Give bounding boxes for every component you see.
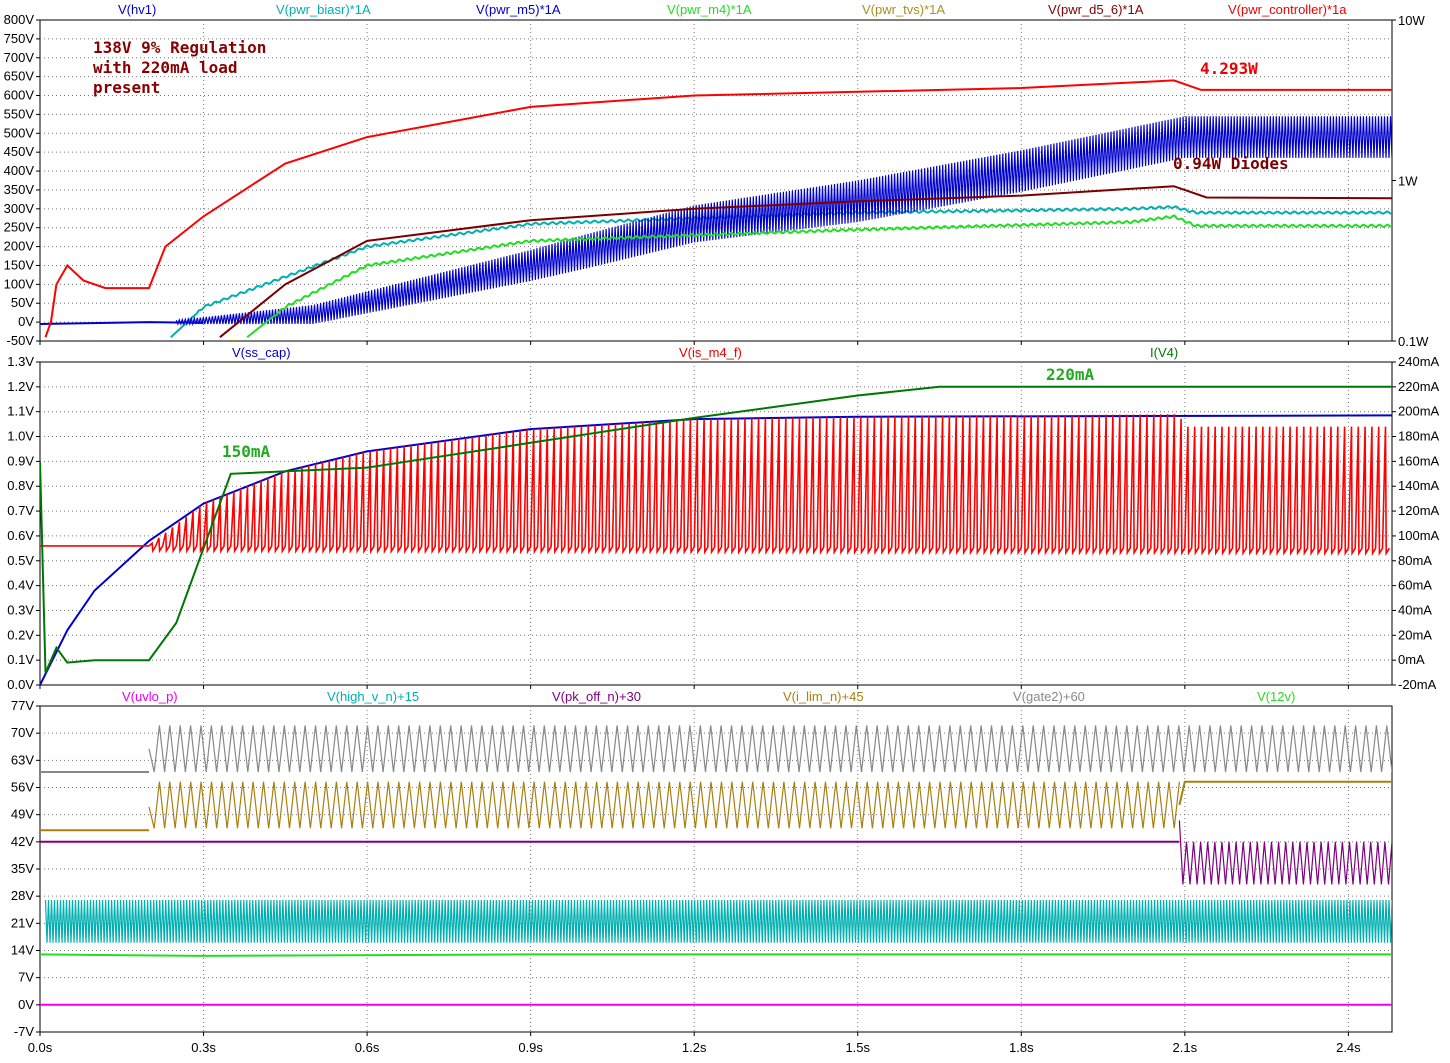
y-tick-label: 700V bbox=[4, 50, 35, 65]
x-tick-label: 1.8s bbox=[1009, 1040, 1034, 1055]
y-tick-label: 0V bbox=[18, 314, 34, 329]
y-tick-label: 650V bbox=[4, 69, 35, 84]
x-tick-label: 0.3s bbox=[191, 1040, 216, 1055]
x-tick-label: 1.5s bbox=[845, 1040, 870, 1055]
y-tick-label: 0.3V bbox=[7, 602, 34, 617]
y2-tick-label: 40mA bbox=[1398, 602, 1432, 617]
y-tick-label: 550V bbox=[4, 106, 35, 121]
y2-tick-label: 200mA bbox=[1398, 404, 1440, 419]
legend-v-i-lim-n[interactable]: V(i_lim_n)+45 bbox=[783, 689, 864, 704]
legend-i-v4[interactable]: I(V4) bbox=[1150, 345, 1178, 360]
y-tick-label: 7V bbox=[18, 970, 34, 985]
y-tick-label: 77V bbox=[11, 698, 34, 713]
y-tick-label: 21V bbox=[11, 915, 34, 930]
y-tick-label: 70V bbox=[11, 725, 34, 740]
y-tick-label: 750V bbox=[4, 31, 35, 46]
y-tick-label: 250V bbox=[4, 220, 35, 235]
y-tick-label: 450V bbox=[4, 144, 35, 159]
annotation-present: present bbox=[93, 78, 160, 97]
annotation-controller-power: 4.293W bbox=[1200, 59, 1258, 78]
y-tick-label: -50V bbox=[7, 333, 35, 348]
plot-window: -50V 0V 50V 100V 150V 200V 250V 300V 350V 400V 450… bbox=[0, 0, 1450, 1058]
y-tick-label: 0.5V bbox=[7, 553, 34, 568]
legend-v-pwr-d5-6[interactable]: V(pwr_d5_6)*1A bbox=[1048, 2, 1144, 17]
y-tick-label: 600V bbox=[4, 88, 35, 103]
y-tick-label: 42V bbox=[11, 834, 34, 849]
y2-tick-label: 10W bbox=[1398, 13, 1425, 28]
y-tick-label: 28V bbox=[11, 888, 34, 903]
y-tick-label: 0.2V bbox=[7, 627, 34, 642]
y-tick-label: 1.0V bbox=[7, 429, 34, 444]
y2-tick-label: 240mA bbox=[1398, 354, 1440, 369]
y2-tick-label: 20mA bbox=[1398, 627, 1432, 642]
y-tick-label: 0.8V bbox=[7, 478, 34, 493]
y-tick-label: 0.4V bbox=[7, 578, 34, 593]
y2-tick-label: 100mA bbox=[1398, 528, 1440, 543]
annotation-150ma: 150mA bbox=[222, 442, 271, 461]
y-tick-label: 1.2V bbox=[7, 379, 34, 394]
y-tick-label: 0.1V bbox=[7, 652, 34, 667]
y-tick-label: 200V bbox=[4, 239, 35, 254]
legend-v-ss-cap[interactable]: V(ss_cap) bbox=[232, 345, 291, 360]
y-tick-label: 400V bbox=[4, 163, 35, 178]
y-tick-label: 0.7V bbox=[7, 503, 34, 518]
legend-v-uvlo-p[interactable]: V(uvlo_p) bbox=[122, 689, 178, 704]
legend-v-pk-off-n[interactable]: V(pk_off_n)+30 bbox=[552, 689, 641, 704]
y2-tick-label: 0.1W bbox=[1398, 334, 1429, 349]
legend-v-high-v-n[interactable]: V(high_v_n)+15 bbox=[327, 689, 419, 704]
y-tick-label: 63V bbox=[11, 752, 34, 767]
y-tick-label: 0.0V bbox=[7, 677, 34, 692]
y2-tick-label: 140mA bbox=[1398, 478, 1440, 493]
legend-v-pwr-controller[interactable]: V(pwr_controller)*1a bbox=[1228, 2, 1347, 17]
legend-v-pwr-biasr[interactable]: V(pwr_biasr)*1A bbox=[276, 2, 371, 17]
legend-v-pwr-m4[interactable]: V(pwr_m4)*1A bbox=[667, 2, 752, 17]
annotation-220ma: 220mA bbox=[1046, 365, 1095, 384]
x-tick-label: 2.1s bbox=[1173, 1040, 1198, 1055]
y2-tick-label: 0mA bbox=[1398, 652, 1425, 667]
annotation-load: with 220mA load bbox=[93, 58, 238, 77]
y-tick-label: 0.9V bbox=[7, 453, 34, 468]
legend-v-pwr-tvs[interactable]: V(pwr_tvs)*1A bbox=[862, 2, 945, 17]
y2-tick-label: 60mA bbox=[1398, 578, 1432, 593]
legend-v-pwr-m5[interactable]: V(pwr_m5)*1A bbox=[476, 2, 561, 17]
x-tick-label: 0.0s bbox=[28, 1040, 53, 1055]
y-tick-label: 1.3V bbox=[7, 354, 34, 369]
annotation-regulation: 138V 9% Regulation bbox=[93, 38, 266, 57]
y-tick-label: 500V bbox=[4, 125, 35, 140]
annotation-diodes-power: 0.94W Diodes bbox=[1173, 154, 1289, 173]
y2-tick-label: -20mA bbox=[1398, 677, 1437, 692]
y2-tick-label: 120mA bbox=[1398, 503, 1440, 518]
legend-v-is-m4-f[interactable]: V(is_m4_f) bbox=[679, 345, 742, 360]
y-tick-label: 14V bbox=[11, 943, 34, 958]
y-tick-label: 1.1V bbox=[7, 404, 34, 419]
y-tick-label: 300V bbox=[4, 201, 35, 216]
y-tick-label: 100V bbox=[4, 276, 35, 291]
y2-tick-label: 1W bbox=[1398, 174, 1418, 189]
x-tick-label: 0.9s bbox=[518, 1040, 543, 1055]
y-tick-label: 0V bbox=[18, 997, 34, 1012]
y-tick-label: 56V bbox=[11, 780, 34, 795]
y-tick-label: 35V bbox=[11, 861, 34, 876]
y2-tick-label: 160mA bbox=[1398, 453, 1440, 468]
x-tick-label: 1.2s bbox=[682, 1040, 707, 1055]
y-tick-label: 150V bbox=[4, 257, 35, 272]
legend-v-gate2[interactable]: V(gate2)+60 bbox=[1013, 689, 1085, 704]
y2-tick-label: 220mA bbox=[1398, 379, 1440, 394]
legend-v-hv1[interactable]: V(hv1) bbox=[118, 2, 156, 17]
y2-tick-label: 80mA bbox=[1398, 553, 1432, 568]
x-tick-label: 2.4s bbox=[1336, 1040, 1361, 1055]
legend-v-12v[interactable]: V(12v) bbox=[1257, 689, 1295, 704]
y-tick-label: 0.6V bbox=[7, 528, 34, 543]
y-tick-label: 49V bbox=[11, 807, 34, 822]
y-tick-label: -7V bbox=[14, 1024, 35, 1039]
x-tick-label: 0.6s bbox=[355, 1040, 380, 1055]
y2-tick-label: 180mA bbox=[1398, 429, 1440, 444]
y-tick-label: 50V bbox=[11, 295, 34, 310]
y-tick-label: 800V bbox=[4, 12, 35, 27]
y-tick-label: 350V bbox=[4, 182, 35, 197]
waveform-plot: -50V 0V 50V 100V 150V 200V 250V 300V 350V 400V 450… bbox=[0, 0, 1450, 1058]
